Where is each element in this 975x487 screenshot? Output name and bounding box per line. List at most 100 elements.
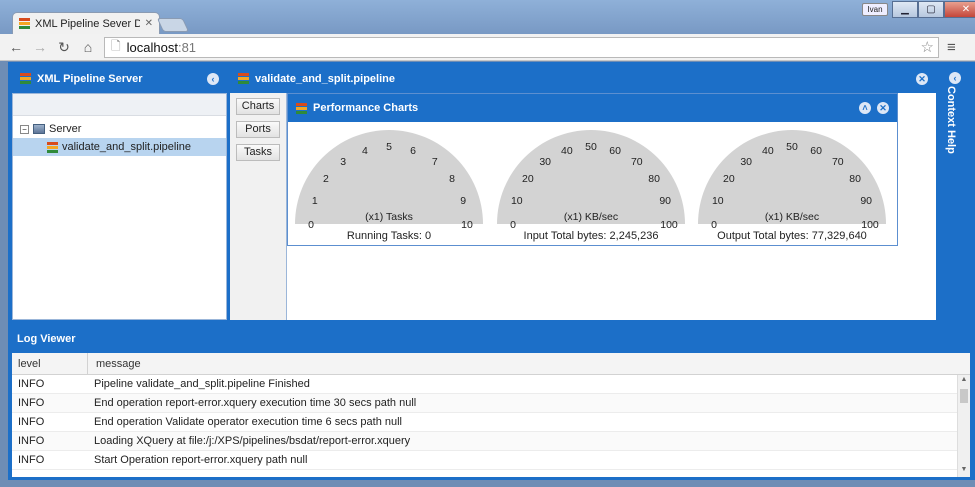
gauge-dial: 0 10 20 30 40 50 60 70 80 90 100 (x1) KB/sec: [497, 130, 685, 231]
user-badge[interactable]: Ivan: [862, 3, 888, 16]
gauge-caption: Output Total bytes: 77,329,640: [717, 230, 867, 242]
gauge-unit-label: (x1) KB/sec: [765, 211, 819, 223]
address-bar[interactable]: 🗋 localhost:81 ☆: [104, 36, 939, 58]
log-row[interactable]: INFO Loading XQuery at file:/j:/XPS/pipel…: [12, 432, 970, 451]
gauge-unit-label: (x1) KB/sec: [564, 211, 618, 223]
bookmark-star-icon[interactable]: ☆: [921, 38, 938, 56]
gauge-tick-label: 20: [723, 173, 735, 185]
log-level: INFO: [18, 378, 45, 390]
tab-tasks[interactable]: Tasks: [236, 144, 280, 161]
gauge-tick-label: 0: [711, 219, 717, 228]
pipeline-icon: [47, 141, 58, 153]
log-message: Start Operation report-error.xquery path…: [94, 454, 308, 466]
browser-tab[interactable]: XML Pipeline Sever Dashb ✕: [12, 12, 160, 34]
gauge-tick-label: 10: [511, 195, 523, 207]
close-charts-icon[interactable]: ✕: [877, 102, 889, 114]
pipeline-tabs: Charts Ports Tasks: [230, 93, 287, 320]
gauge-unit-label: (x1) Tasks: [365, 211, 413, 223]
tab-close-icon[interactable]: ✕: [145, 18, 153, 29]
reload-icon[interactable]: ↻: [56, 39, 72, 56]
window-close-button[interactable]: ✕: [944, 1, 975, 18]
gauge-tick-label: 100: [660, 219, 678, 228]
gauge-tick-label: 30: [539, 156, 551, 168]
performance-charts-title: Performance Charts: [313, 102, 419, 114]
log-level: INFO: [18, 435, 45, 447]
gauge-tick-label: 50: [786, 141, 798, 153]
collapse-left-icon[interactable]: ‹: [207, 72, 219, 85]
server-tree: − Server validate_and_split.pipeline: [12, 93, 227, 320]
gauge-tick-label: 4: [362, 145, 368, 157]
gauge-tick-label: 5: [386, 141, 392, 153]
forward-arrow-icon[interactable]: →: [32, 39, 48, 55]
performance-charts-header: Performance Charts ˄ ✕: [288, 94, 897, 122]
browser-menu-icon[interactable]: ≡: [947, 39, 956, 56]
gauge-tick-label: 6: [410, 145, 416, 157]
server-panel-title: XML Pipeline Server: [37, 72, 143, 85]
log-message: Pipeline validate_and_split.pipeline Fin…: [94, 378, 310, 390]
column-header-message[interactable]: message: [88, 353, 970, 374]
gauge-tick-label: 70: [832, 156, 844, 168]
server-icon: [33, 124, 45, 134]
gauge-tick-label: 50: [585, 141, 597, 153]
gauge-tick-label: 1: [312, 195, 318, 207]
tab-title: XML Pipeline Sever Dashb: [35, 17, 140, 30]
tree-item-pipeline[interactable]: validate_and_split.pipeline: [13, 138, 226, 156]
gauge-caption: Running Tasks: 0: [346, 230, 432, 242]
gauge-tick-label: 0: [510, 219, 516, 228]
context-help-panel[interactable]: ‹ Context Help: [939, 64, 971, 320]
gauge-tick-label: 60: [609, 145, 621, 157]
url-port: :81: [177, 39, 197, 55]
page-icon: 🗋: [111, 38, 121, 53]
back-arrow-icon[interactable]: ←: [8, 39, 24, 55]
tree-item-server[interactable]: − Server: [13, 120, 226, 138]
log-row[interactable]: INFO End operation report-error.xquery ex…: [12, 394, 970, 413]
server-panel: XML Pipeline Server ‹ − Server validate_…: [12, 64, 227, 320]
gauge-tick-label: 30: [740, 156, 752, 168]
log-message: Loading XQuery at file:/j:/XPS/pipelines…: [94, 435, 411, 447]
log-row[interactable]: INFO End operation Validate operator exec…: [12, 413, 970, 432]
gauge-tick-label: 0: [308, 219, 314, 228]
app-container: XML Pipeline Server ‹ − Server validate_…: [8, 62, 975, 480]
log-row[interactable]: INFO Pipeline validate_and_split.pipeline…: [12, 375, 970, 394]
gauge-tick-label: 40: [762, 145, 774, 157]
gauge-tick-label: 20: [522, 173, 534, 185]
gauge-caption: Input Total bytes: 2,245,236: [523, 230, 659, 242]
tree-header: [13, 94, 226, 116]
gauge-tick-label: 80: [849, 173, 861, 185]
gauge-input-bytes: 0 10 20 30 40 50 60 70 80 90 100 (x1) KB/sec Input …: [496, 128, 686, 246]
performance-charts-window: Performance Charts ˄ ✕ 0 1 2 3 4 5 6 7 8 9 10 (x1) …: [287, 93, 898, 246]
gauge-tick-label: 8: [449, 173, 455, 185]
context-help-label[interactable]: Context Help: [945, 86, 957, 154]
gauge-output-bytes: 0 10 20 30 40 50 60 70 80 90 100 (x1) KB/sec Output…: [697, 128, 887, 246]
log-viewer: Log Viewer level message INFO Pipeline va…: [12, 325, 970, 477]
log-scrollbar[interactable]: ▲ ▼: [957, 375, 970, 477]
collapse-node-icon[interactable]: −: [20, 124, 29, 134]
gauge-tick-label: 10: [461, 219, 473, 228]
minimize-button[interactable]: ▁: [892, 1, 918, 18]
tree-item-label: validate_and_split.pipeline: [62, 141, 192, 153]
log-table-header: level message: [12, 353, 970, 375]
log-row[interactable]: INFO Start Operation report-error.xquery …: [12, 451, 970, 470]
log-level: INFO: [18, 397, 45, 409]
pipeline-panel-title: validate_and_split.pipeline: [255, 72, 395, 85]
new-tab-button[interactable]: [156, 18, 190, 32]
gauge-tick-label: 80: [648, 173, 660, 185]
gauge-tick-label: 3: [340, 156, 346, 168]
maximize-button[interactable]: ▢: [918, 1, 944, 18]
scroll-thumb[interactable]: [960, 389, 968, 403]
tab-ports[interactable]: Ports: [236, 121, 280, 138]
scroll-up-icon[interactable]: ▲: [958, 376, 970, 386]
expand-help-icon[interactable]: ‹: [949, 72, 961, 84]
gauge-tick-label: 60: [810, 145, 822, 157]
log-level: INFO: [18, 454, 45, 466]
home-icon[interactable]: ⌂: [80, 39, 96, 55]
column-header-level[interactable]: level: [12, 353, 88, 374]
pipeline-icon: [20, 73, 31, 84]
gauge-tick-label: 70: [631, 156, 643, 168]
pipeline-icon: [19, 18, 30, 29]
tab-charts[interactable]: Charts: [236, 98, 280, 115]
collapse-up-icon[interactable]: ˄: [859, 102, 871, 114]
close-panel-icon[interactable]: ✕: [916, 72, 928, 85]
gauge-tick-label: 90: [659, 195, 671, 207]
scroll-down-icon[interactable]: ▼: [958, 466, 970, 476]
